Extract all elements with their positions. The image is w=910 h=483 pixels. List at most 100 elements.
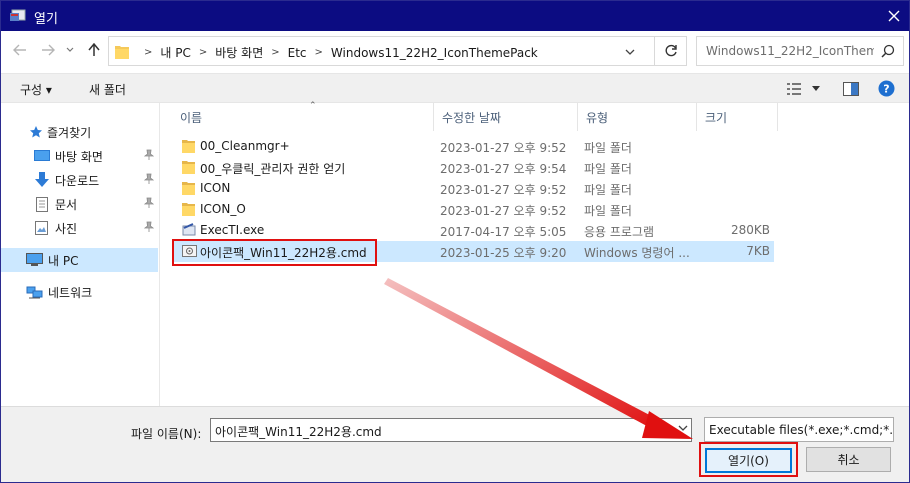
breadcrumb-item[interactable]: Windows11_22H2_IconThemePack (331, 46, 538, 60)
breadcrumb-item[interactable]: Etc (288, 46, 307, 60)
nav-item-quick-access[interactable]: 즐겨찾기 (1, 120, 158, 144)
up-button[interactable] (85, 41, 103, 59)
nav-item-pictures[interactable]: 사진 (1, 216, 158, 240)
download-icon (35, 172, 49, 187)
breadcrumb-separator-icon: > (271, 47, 280, 58)
back-arrow-icon (13, 44, 26, 56)
nav-item-label: 다운로드 (55, 173, 100, 188)
file-date: 2023-01-27 오후 9:52 (440, 204, 567, 218)
nav-item-label: 내 PC (48, 253, 79, 268)
file-type: 파일 폴더 (584, 141, 632, 155)
star-icon (30, 126, 42, 138)
chevron-down-icon[interactable] (812, 86, 820, 92)
folder-icon (182, 161, 195, 174)
document-icon (36, 196, 48, 212)
column-header-label: 수정한 날짜 (442, 111, 502, 125)
recent-locations-button[interactable] (61, 41, 79, 59)
folder-icon (115, 46, 129, 59)
cancel-button[interactable]: 취소 (806, 447, 891, 472)
forward-arrow-icon (42, 44, 55, 56)
column-header-label: 크기 (705, 111, 728, 125)
file-type: 파일 폴더 (584, 204, 632, 218)
filename-label: 파일 이름(N): (131, 427, 202, 441)
file-size: 280KB (730, 223, 770, 237)
nav-item-network[interactable]: 네트워크 (1, 280, 158, 304)
column-header-date[interactable]: 수정한 날짜 (434, 103, 578, 131)
pin-icon (144, 149, 154, 160)
search-box[interactable]: Windows11_22H2_IconThem... (696, 36, 904, 66)
column-header-label: 이름 (180, 111, 203, 125)
pin-icon (144, 173, 154, 184)
new-folder-button[interactable]: 새 폴더 (89, 81, 126, 98)
nav-item-this-pc[interactable]: 내 PC (1, 248, 158, 272)
breadcrumb-separator-icon: > (198, 47, 208, 58)
app-icon (10, 9, 26, 21)
file-name: ICON (200, 181, 231, 195)
file-type: Windows 명령어 ... (584, 246, 690, 260)
nav-item-downloads[interactable]: 다운로드 (1, 168, 158, 192)
file-type-filter[interactable]: Executable files(*.exe;*.cmd;*.b (704, 417, 894, 442)
highlight-open-button (699, 442, 798, 477)
file-name: 00_우클릭_관리자 권한 얻기 (200, 162, 346, 176)
network-icon (26, 286, 43, 298)
nav-item-label: 바탕 화면 (55, 149, 103, 164)
preview-pane-icon[interactable] (843, 82, 859, 96)
file-row[interactable]: 00_우클릭_관리자 권한 얻기 2023-01-27 오후 9:54 파일 폴… (172, 157, 774, 178)
breadcrumb-item[interactable]: 내 PC (160, 44, 190, 61)
desktop-icon (34, 149, 50, 161)
file-type: 응용 프로그램 (584, 225, 655, 239)
command-bar: 구성 ▾ 새 폴더 ? (1, 73, 909, 103)
file-type: 파일 폴더 (584, 183, 632, 197)
nav-item-label: 사진 (55, 221, 78, 236)
file-name: ExecTI.exe (200, 223, 265, 237)
breadcrumb-separator-icon: > (314, 47, 323, 58)
file-date: 2023-01-27 오후 9:52 (440, 141, 567, 155)
pin-icon (144, 221, 154, 232)
close-button[interactable] (879, 1, 909, 31)
sort-ascending-icon: ⌃ (309, 101, 317, 111)
file-row[interactable]: ICON 2023-01-27 오후 9:52 파일 폴더 (172, 178, 774, 199)
nav-item-label: 문서 (55, 197, 78, 212)
column-header-name[interactable]: 이름 ⌃ (172, 101, 434, 131)
forward-button[interactable] (39, 41, 57, 59)
organize-button[interactable]: 구성 ▾ (20, 81, 52, 98)
search-input[interactable]: Windows11_22H2_IconThem... (706, 44, 874, 58)
breadcrumb-separator-icon: > (144, 47, 153, 58)
address-bar[interactable]: > 내 PC > 바탕 화면 > Etc > Windows11_22H2_Ic… (108, 36, 687, 66)
help-icon[interactable]: ? (878, 80, 895, 97)
nav-item-documents[interactable]: 문서 (1, 192, 158, 216)
pin-icon (144, 197, 154, 208)
file-type: 파일 폴더 (584, 162, 632, 176)
nav-item-label: 네트워크 (48, 285, 93, 300)
refresh-button[interactable] (654, 36, 687, 66)
navigation-pane: 즐겨찾기 바탕 화면 다운로드 문서 사진 내 PC 네트워크 (1, 103, 160, 406)
filename-input[interactable]: 아이콘팩_Win11_22H2용.cmd (210, 418, 692, 442)
computer-icon (26, 253, 43, 266)
refresh-icon (665, 44, 677, 57)
folder-icon (182, 140, 195, 153)
chevron-down-icon[interactable] (678, 424, 688, 432)
exe-icon (182, 223, 196, 236)
address-dropdown-button[interactable] (625, 45, 635, 59)
pictures-icon (35, 221, 48, 235)
file-type-filter-value: Executable files(*.exe;*.cmd;*.b (709, 423, 894, 437)
file-name: ICON_O (200, 202, 246, 216)
title-bar: 열기 (1, 1, 909, 31)
file-date: 2017-04-17 오후 5:05 (440, 225, 567, 239)
open-file-dialog: 열기 > 내 PC > 바탕 화면 > Etc > Windows11_22H2… (0, 0, 910, 483)
column-header-type[interactable]: 유형 (578, 103, 697, 131)
column-header-size[interactable]: 크기 (697, 103, 778, 131)
breadcrumb-item[interactable]: 바탕 화면 (215, 44, 263, 61)
file-row[interactable]: ICON_O 2023-01-27 오후 9:52 파일 폴더 (172, 199, 774, 220)
filename-value: 아이콘팩_Win11_22H2용.cmd (215, 425, 382, 439)
back-button[interactable] (11, 41, 29, 59)
file-date: 2023-01-27 오후 9:52 (440, 183, 567, 197)
view-options-icon[interactable] (787, 83, 803, 95)
file-row[interactable]: ExecTI.exe 2017-04-17 오후 5:05 응용 프로그램 28… (172, 220, 774, 241)
highlight-selected-file (172, 239, 377, 266)
close-icon (888, 10, 900, 22)
file-row[interactable]: 00_Cleanmgr+ 2023-01-27 오후 9:52 파일 폴더 (172, 136, 774, 157)
nav-item-desktop[interactable]: 바탕 화면 (1, 144, 158, 168)
chevron-down-icon (66, 47, 74, 52)
folder-icon (182, 203, 195, 216)
